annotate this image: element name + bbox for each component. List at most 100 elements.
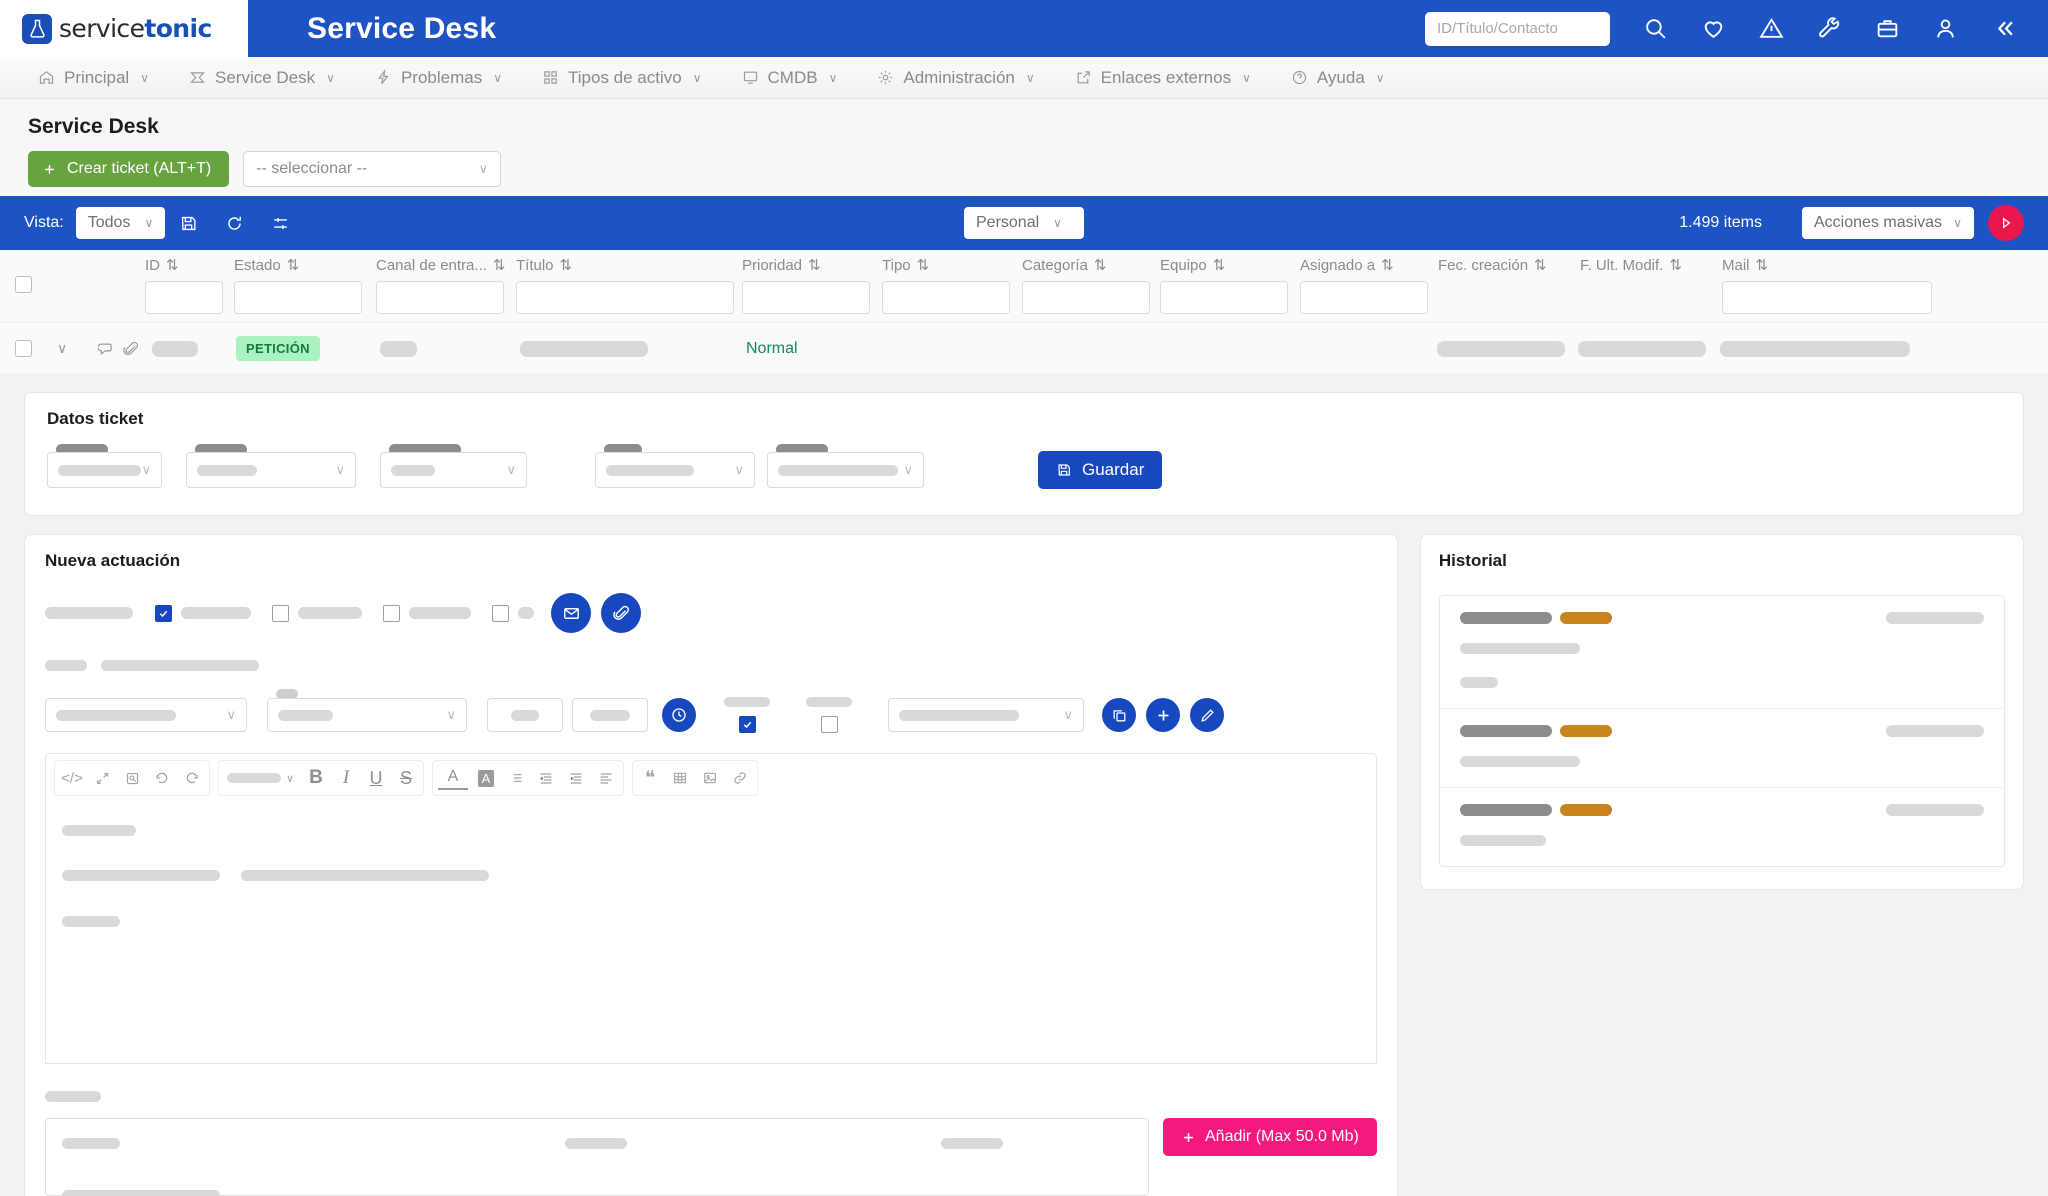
- nav-item-service-desk[interactable]: Service Desk ∨: [169, 57, 355, 99]
- actuacion-time-field-2[interactable]: [572, 698, 648, 732]
- sort-icon[interactable]: ⇅: [1381, 256, 1394, 274]
- sort-icon[interactable]: ⇅: [1756, 256, 1769, 274]
- nav-item-cmdb[interactable]: CMDB ∨: [722, 57, 858, 99]
- code-icon[interactable]: </>: [57, 763, 87, 793]
- sort-icon[interactable]: ⇅: [1669, 256, 1682, 274]
- option-checkbox-4[interactable]: [492, 604, 509, 622]
- set-time-button[interactable]: [662, 698, 696, 732]
- search-icon[interactable]: [1626, 0, 1684, 57]
- column-header[interactable]: Título ⇅: [516, 256, 734, 275]
- column-header[interactable]: Equipo ⇅: [1160, 256, 1288, 275]
- global-search-input[interactable]: [1425, 11, 1610, 46]
- sort-icon[interactable]: ⇅: [1213, 256, 1226, 274]
- send-mail-button[interactable]: [551, 593, 591, 633]
- image-icon[interactable]: [695, 763, 725, 793]
- historial-row[interactable]: [1439, 709, 2004, 788]
- column-filter-input[interactable]: [234, 281, 362, 314]
- table-row[interactable]: ∨ PETICIÓN Normal: [0, 322, 2048, 374]
- column-header[interactable]: Fec. creación ⇅: [1438, 256, 1547, 275]
- field-select[interactable]: ∨: [186, 452, 356, 488]
- column-header[interactable]: F. Ult. Modif. ⇅: [1580, 256, 1682, 275]
- option-checkbox-1[interactable]: [155, 604, 172, 622]
- outdent-icon[interactable]: [531, 763, 561, 793]
- sort-icon[interactable]: ⇅: [287, 256, 300, 274]
- highlight-color-icon[interactable]: A: [471, 763, 501, 793]
- underline-icon[interactable]: U: [361, 763, 391, 793]
- column-header[interactable]: Prioridad ⇅: [742, 256, 870, 275]
- column-filter-input[interactable]: [1300, 281, 1428, 314]
- italic-icon[interactable]: I: [331, 763, 361, 793]
- align-icon[interactable]: [591, 763, 621, 793]
- nav-item-problemas[interactable]: Problemas ∨: [355, 57, 522, 99]
- nav-item-administracion[interactable]: Administración ∨: [857, 57, 1054, 99]
- briefcase-icon[interactable]: [1858, 0, 1916, 57]
- option-checkbox-3[interactable]: [383, 604, 400, 622]
- strikethrough-icon[interactable]: S: [391, 763, 421, 793]
- field-select[interactable]: ∨: [47, 452, 162, 488]
- heart-icon[interactable]: [1684, 0, 1742, 57]
- edit-button[interactable]: [1190, 698, 1224, 732]
- column-filter-input[interactable]: [376, 281, 504, 314]
- copy-button[interactable]: [1102, 698, 1136, 732]
- bold-icon[interactable]: B: [301, 763, 331, 793]
- column-header[interactable]: Estado ⇅: [234, 256, 362, 275]
- sort-icon[interactable]: ⇅: [1534, 256, 1547, 274]
- brand-logo[interactable]: servicetonic: [0, 0, 248, 57]
- font-family-select[interactable]: ∨: [221, 763, 301, 793]
- actuacion-status-select[interactable]: ∨: [267, 698, 467, 732]
- historial-row[interactable]: [1439, 596, 2004, 709]
- column-filter-input[interactable]: [1722, 281, 1932, 314]
- bullet-list-icon[interactable]: [501, 763, 531, 793]
- ticket-template-select[interactable]: -- seleccionar -- ∨: [243, 151, 502, 187]
- add-attachment-button[interactable]: Añadir (Max 50.0 Mb): [1163, 1118, 1377, 1156]
- column-filter-input[interactable]: [1022, 281, 1150, 314]
- add-button[interactable]: [1146, 698, 1180, 732]
- row-select-checkbox[interactable]: [15, 340, 32, 357]
- column-header[interactable]: Mail ⇅: [1722, 256, 1932, 275]
- paperclip-icon[interactable]: [122, 340, 140, 358]
- user-icon[interactable]: [1916, 0, 1974, 57]
- save-button[interactable]: Guardar: [1038, 451, 1163, 489]
- nav-item-principal[interactable]: Principal ∨: [18, 57, 169, 99]
- run-bulk-action-button[interactable]: [1988, 205, 2024, 241]
- link-icon[interactable]: [725, 763, 755, 793]
- warning-triangle-icon[interactable]: [1742, 0, 1800, 57]
- sort-icon[interactable]: ⇅: [560, 256, 573, 274]
- collapse-double-chevron-left-icon[interactable]: [1974, 0, 2032, 57]
- sort-icon[interactable]: ⇅: [1094, 256, 1107, 274]
- nav-item-ayuda[interactable]: Ayuda ∨: [1271, 57, 1405, 99]
- sort-icon[interactable]: ⇅: [166, 256, 179, 274]
- column-header[interactable]: Canal de entra... ⇅: [376, 256, 506, 275]
- column-header[interactable]: ID ⇅: [145, 256, 223, 275]
- column-header[interactable]: Categoría ⇅: [1022, 256, 1150, 275]
- field-select[interactable]: ∨: [380, 452, 527, 488]
- sort-icon[interactable]: ⇅: [493, 256, 506, 274]
- column-filter-input[interactable]: [742, 281, 870, 314]
- column-filter-input[interactable]: [1160, 281, 1288, 314]
- preview-icon[interactable]: [117, 763, 147, 793]
- nav-item-enlaces-externos[interactable]: Enlaces externos ∨: [1055, 57, 1271, 99]
- sort-icon[interactable]: ⇅: [917, 256, 930, 274]
- column-header[interactable]: Tipo ⇅: [882, 256, 1010, 275]
- undo-icon[interactable]: [147, 763, 177, 793]
- attach-file-button[interactable]: [601, 593, 641, 633]
- attachments-dropzone[interactable]: [45, 1118, 1149, 1196]
- redo-icon[interactable]: [177, 763, 207, 793]
- filter-sliders-icon[interactable]: [257, 196, 303, 250]
- actuacion-flag-checkbox-1[interactable]: [738, 716, 756, 733]
- refresh-icon[interactable]: [211, 196, 257, 250]
- column-filter-input[interactable]: [882, 281, 1010, 314]
- field-select[interactable]: ∨: [595, 452, 755, 488]
- actuacion-flag-checkbox-2[interactable]: [820, 716, 838, 733]
- save-view-icon[interactable]: [165, 196, 211, 250]
- select-all-checkbox[interactable]: [15, 276, 32, 293]
- wrench-icon[interactable]: [1800, 0, 1858, 57]
- option-checkbox-2[interactable]: [272, 604, 289, 622]
- column-filter-input[interactable]: [516, 281, 734, 314]
- actuacion-type-select[interactable]: ∨: [45, 698, 247, 732]
- create-ticket-button[interactable]: Crear ticket (ALT+T): [28, 151, 230, 187]
- actuacion-assignee-select[interactable]: ∨: [888, 698, 1084, 732]
- vista-select[interactable]: Todos ∨: [75, 207, 166, 239]
- historial-row[interactable]: [1440, 788, 2004, 866]
- sort-icon[interactable]: ⇅: [808, 256, 821, 274]
